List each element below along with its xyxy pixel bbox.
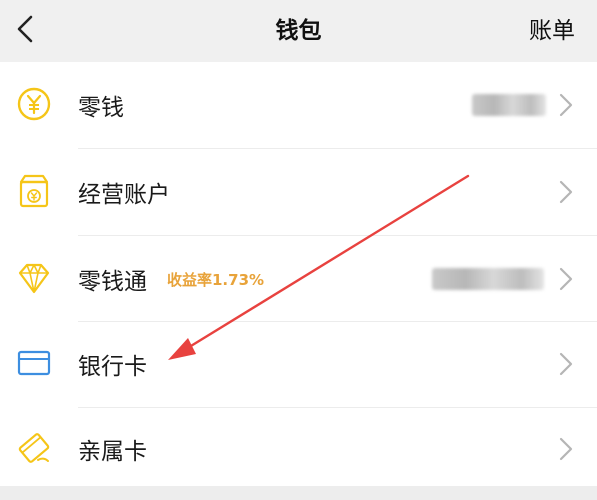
merchant-account-icon [14,171,54,211]
blurred-balance [432,268,544,290]
menu-item-family-card[interactable]: 亲属卡 [0,406,597,492]
yield-rate-label: 收益率1.73% [167,270,265,289]
menu-item-business-account[interactable]: 经营账户 [0,149,597,235]
menu-item-label: 银行卡 [78,354,147,380]
chevron-right-icon [559,93,573,117]
chevron-right-icon [559,267,573,291]
menu-item-label: 亲属卡 [78,439,147,465]
family-card-icon [14,428,54,468]
menu-item-label: 零钱通 [78,269,147,295]
menu-item-bank-card[interactable]: 银行卡 [0,321,597,407]
menu-item-label: 零钱 [78,95,124,121]
yuan-coin-icon [14,84,54,124]
back-button[interactable] [10,12,40,46]
bank-card-icon [14,343,54,383]
chevron-right-icon [559,352,573,376]
chevron-left-icon [17,15,33,43]
wallet-screen: 钱包 账单 零钱 经营账户 零钱通 收益率1.73% 银行卡 亲属卡 [0,0,597,500]
bottom-section-gap [0,486,597,500]
chevron-right-icon [559,180,573,204]
chevron-right-icon [559,437,573,461]
page-title: 钱包 [275,18,322,44]
menu-item-change-plus[interactable]: 零钱通 收益率1.73% [0,236,597,322]
menu-item-label: 经营账户 [78,182,170,208]
blurred-balance [472,94,546,116]
diamond-icon [14,258,54,298]
header-bar: 钱包 账单 [0,0,597,62]
bill-button[interactable]: 账单 [529,10,575,46]
wallet-menu-list: 零钱 经营账户 零钱通 收益率1.73% 银行卡 亲属卡 [0,62,597,486]
menu-item-change[interactable]: 零钱 [0,62,597,148]
